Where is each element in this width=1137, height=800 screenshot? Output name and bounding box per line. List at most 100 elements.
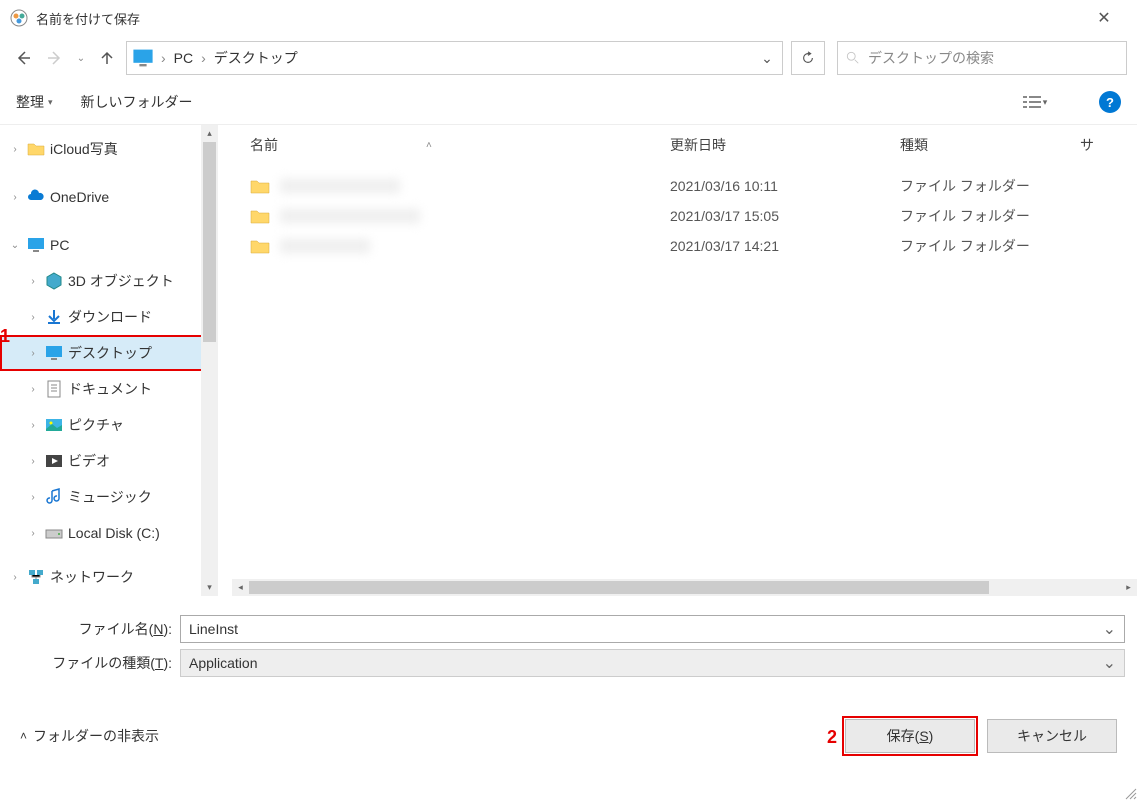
chevron-right-icon: ›: [26, 528, 40, 539]
disk-icon: [44, 523, 64, 543]
filename-input[interactable]: LineInst: [180, 615, 1125, 643]
organize-button[interactable]: 整理▾: [16, 92, 53, 112]
chevron-right-icon: ›: [26, 348, 40, 359]
tree-icloud[interactable]: › iCloud写真: [0, 131, 218, 167]
nav-row: ⌄ › PC › デスクトップ ⌄ デスクトップの検索: [0, 36, 1137, 80]
chevron-right-icon: ›: [26, 384, 40, 395]
view-button[interactable]: ▾: [1015, 88, 1055, 116]
filetype-label: ファイルの種類(T):: [12, 653, 172, 673]
sort-indicator-icon: ˄: [426, 140, 432, 151]
horizontal-scrollbar[interactable]: ◂ ▸: [232, 579, 1137, 596]
chevron-right-icon: ›: [26, 420, 40, 431]
chevron-right-icon: ›: [26, 276, 40, 287]
search-icon: [846, 51, 860, 65]
file-date: 2021/03/17 15:05: [670, 208, 900, 224]
breadcrumb-sep: ›: [159, 50, 168, 66]
hide-folders-button[interactable]: ˄ フォルダーの非表示: [20, 726, 159, 746]
window-title: 名前を付けて保存: [36, 9, 1081, 28]
help-button[interactable]: ?: [1099, 91, 1121, 113]
tree-pc[interactable]: ⌄ PC: [0, 227, 218, 263]
save-form: ファイル名(N): LineInst ファイルの種類(T): Applicati…: [0, 596, 1137, 680]
folder-icon: [250, 178, 270, 194]
breadcrumb-pc[interactable]: PC: [168, 42, 199, 74]
annotation-2: 2: [827, 727, 837, 748]
file-row[interactable]: 2021/03/17 14:21 ファイル フォルダー: [250, 231, 1137, 261]
save-button[interactable]: 保存(S): [845, 719, 975, 753]
col-size[interactable]: サ: [1080, 135, 1137, 155]
blurred-name: [280, 209, 420, 223]
tree-localdisk[interactable]: › Local Disk (C:): [0, 515, 218, 551]
tree-onedrive[interactable]: › OneDrive: [0, 179, 218, 215]
monitor-icon: [26, 235, 46, 255]
tree-music[interactable]: › ミュージック: [0, 479, 218, 515]
breadcrumb-desktop[interactable]: デスクトップ: [208, 42, 304, 74]
folder-icon: [250, 238, 270, 254]
download-icon: [44, 307, 64, 327]
nav-tree: › iCloud写真 › OneDrive ⌄ PC › 3D オブジェクト ›…: [0, 125, 218, 596]
cloud-icon: [26, 187, 46, 207]
blurred-name: [280, 239, 370, 253]
scroll-right-icon[interactable]: ▸: [1120, 579, 1137, 596]
recent-button[interactable]: ⌄: [74, 45, 88, 71]
filetype-select[interactable]: Application: [180, 649, 1125, 677]
file-row[interactable]: 2021/03/16 10:11 ファイル フォルダー: [250, 171, 1137, 201]
close-button[interactable]: ✕: [1081, 3, 1127, 33]
col-type[interactable]: 種類: [900, 135, 1080, 155]
main-split: › iCloud写真 › OneDrive ⌄ PC › 3D オブジェクト ›…: [0, 124, 1137, 596]
cancel-button[interactable]: キャンセル: [987, 719, 1117, 753]
col-date[interactable]: 更新日時: [670, 135, 900, 155]
chevron-right-icon: ›: [8, 144, 22, 155]
search-placeholder: デスクトップの検索: [868, 48, 994, 68]
scroll-down-icon[interactable]: ▾: [201, 579, 218, 596]
scroll-left-icon[interactable]: ◂: [232, 579, 249, 596]
tree-3d-objects[interactable]: › 3D オブジェクト: [0, 263, 218, 299]
document-icon: [44, 379, 64, 399]
refresh-button[interactable]: [791, 41, 825, 75]
filename-label: ファイル名(N):: [12, 619, 172, 639]
tree-downloads[interactable]: › ダウンロード: [0, 299, 218, 335]
resize-grip-icon[interactable]: [1121, 784, 1137, 800]
breadcrumb[interactable]: › PC › デスクトップ ⌄: [126, 41, 783, 75]
network-icon: [26, 567, 46, 587]
file-date: 2021/03/17 14:21: [670, 238, 900, 254]
col-name[interactable]: 名前˄: [250, 135, 670, 155]
chevron-right-icon: ›: [26, 312, 40, 323]
cube-icon: [44, 271, 64, 291]
back-button[interactable]: [10, 45, 36, 71]
tree-scrollbar[interactable]: ▴ ▾: [201, 125, 218, 596]
column-headers: 名前˄ 更新日時 種類 サ: [218, 125, 1137, 165]
toolbar: 整理▾ 新しいフォルダー ▾ ?: [0, 80, 1137, 124]
folder-icon: [26, 139, 46, 159]
chevron-right-icon: ›: [8, 192, 22, 203]
blurred-name: [280, 179, 400, 193]
folder-icon: [250, 208, 270, 224]
music-icon: [44, 487, 64, 507]
file-type: ファイル フォルダー: [900, 206, 1080, 226]
chevron-right-icon: ›: [8, 572, 22, 583]
forward-button[interactable]: [42, 45, 68, 71]
tree-network[interactable]: › ネットワーク: [0, 559, 218, 595]
app-icon: [10, 9, 28, 27]
tree-videos[interactable]: › ビデオ: [0, 443, 218, 479]
file-row[interactable]: 2021/03/17 15:05 ファイル フォルダー: [250, 201, 1137, 231]
chevron-right-icon: ›: [26, 492, 40, 503]
file-date: 2021/03/16 10:11: [670, 178, 900, 194]
up-button[interactable]: [94, 45, 120, 71]
tree-pictures[interactable]: › ピクチャ: [0, 407, 218, 443]
search-input[interactable]: デスクトップの検索: [837, 41, 1127, 75]
file-type: ファイル フォルダー: [900, 176, 1080, 196]
chevron-up-icon: ˄: [20, 729, 27, 743]
new-folder-button[interactable]: 新しいフォルダー: [81, 92, 193, 112]
scroll-up-icon[interactable]: ▴: [201, 125, 218, 142]
tree-desktop[interactable]: › デスクトップ: [0, 335, 218, 371]
file-rows: 2021/03/16 10:11 ファイル フォルダー 2021/03/17 1…: [218, 165, 1137, 579]
video-icon: [44, 451, 64, 471]
list-view-icon: [1023, 95, 1041, 109]
footer: ˄ フォルダーの非表示 保存(S) キャンセル: [0, 704, 1137, 768]
monitor-icon: [44, 343, 64, 363]
pictures-icon: [44, 415, 64, 435]
tree-documents[interactable]: › ドキュメント: [0, 371, 218, 407]
file-list: 名前˄ 更新日時 種類 サ 2021/03/16 10:11 ファイル フォルダ…: [218, 125, 1137, 596]
breadcrumb-dropdown[interactable]: ⌄: [752, 50, 782, 67]
chevron-down-icon: ⌄: [8, 240, 22, 251]
